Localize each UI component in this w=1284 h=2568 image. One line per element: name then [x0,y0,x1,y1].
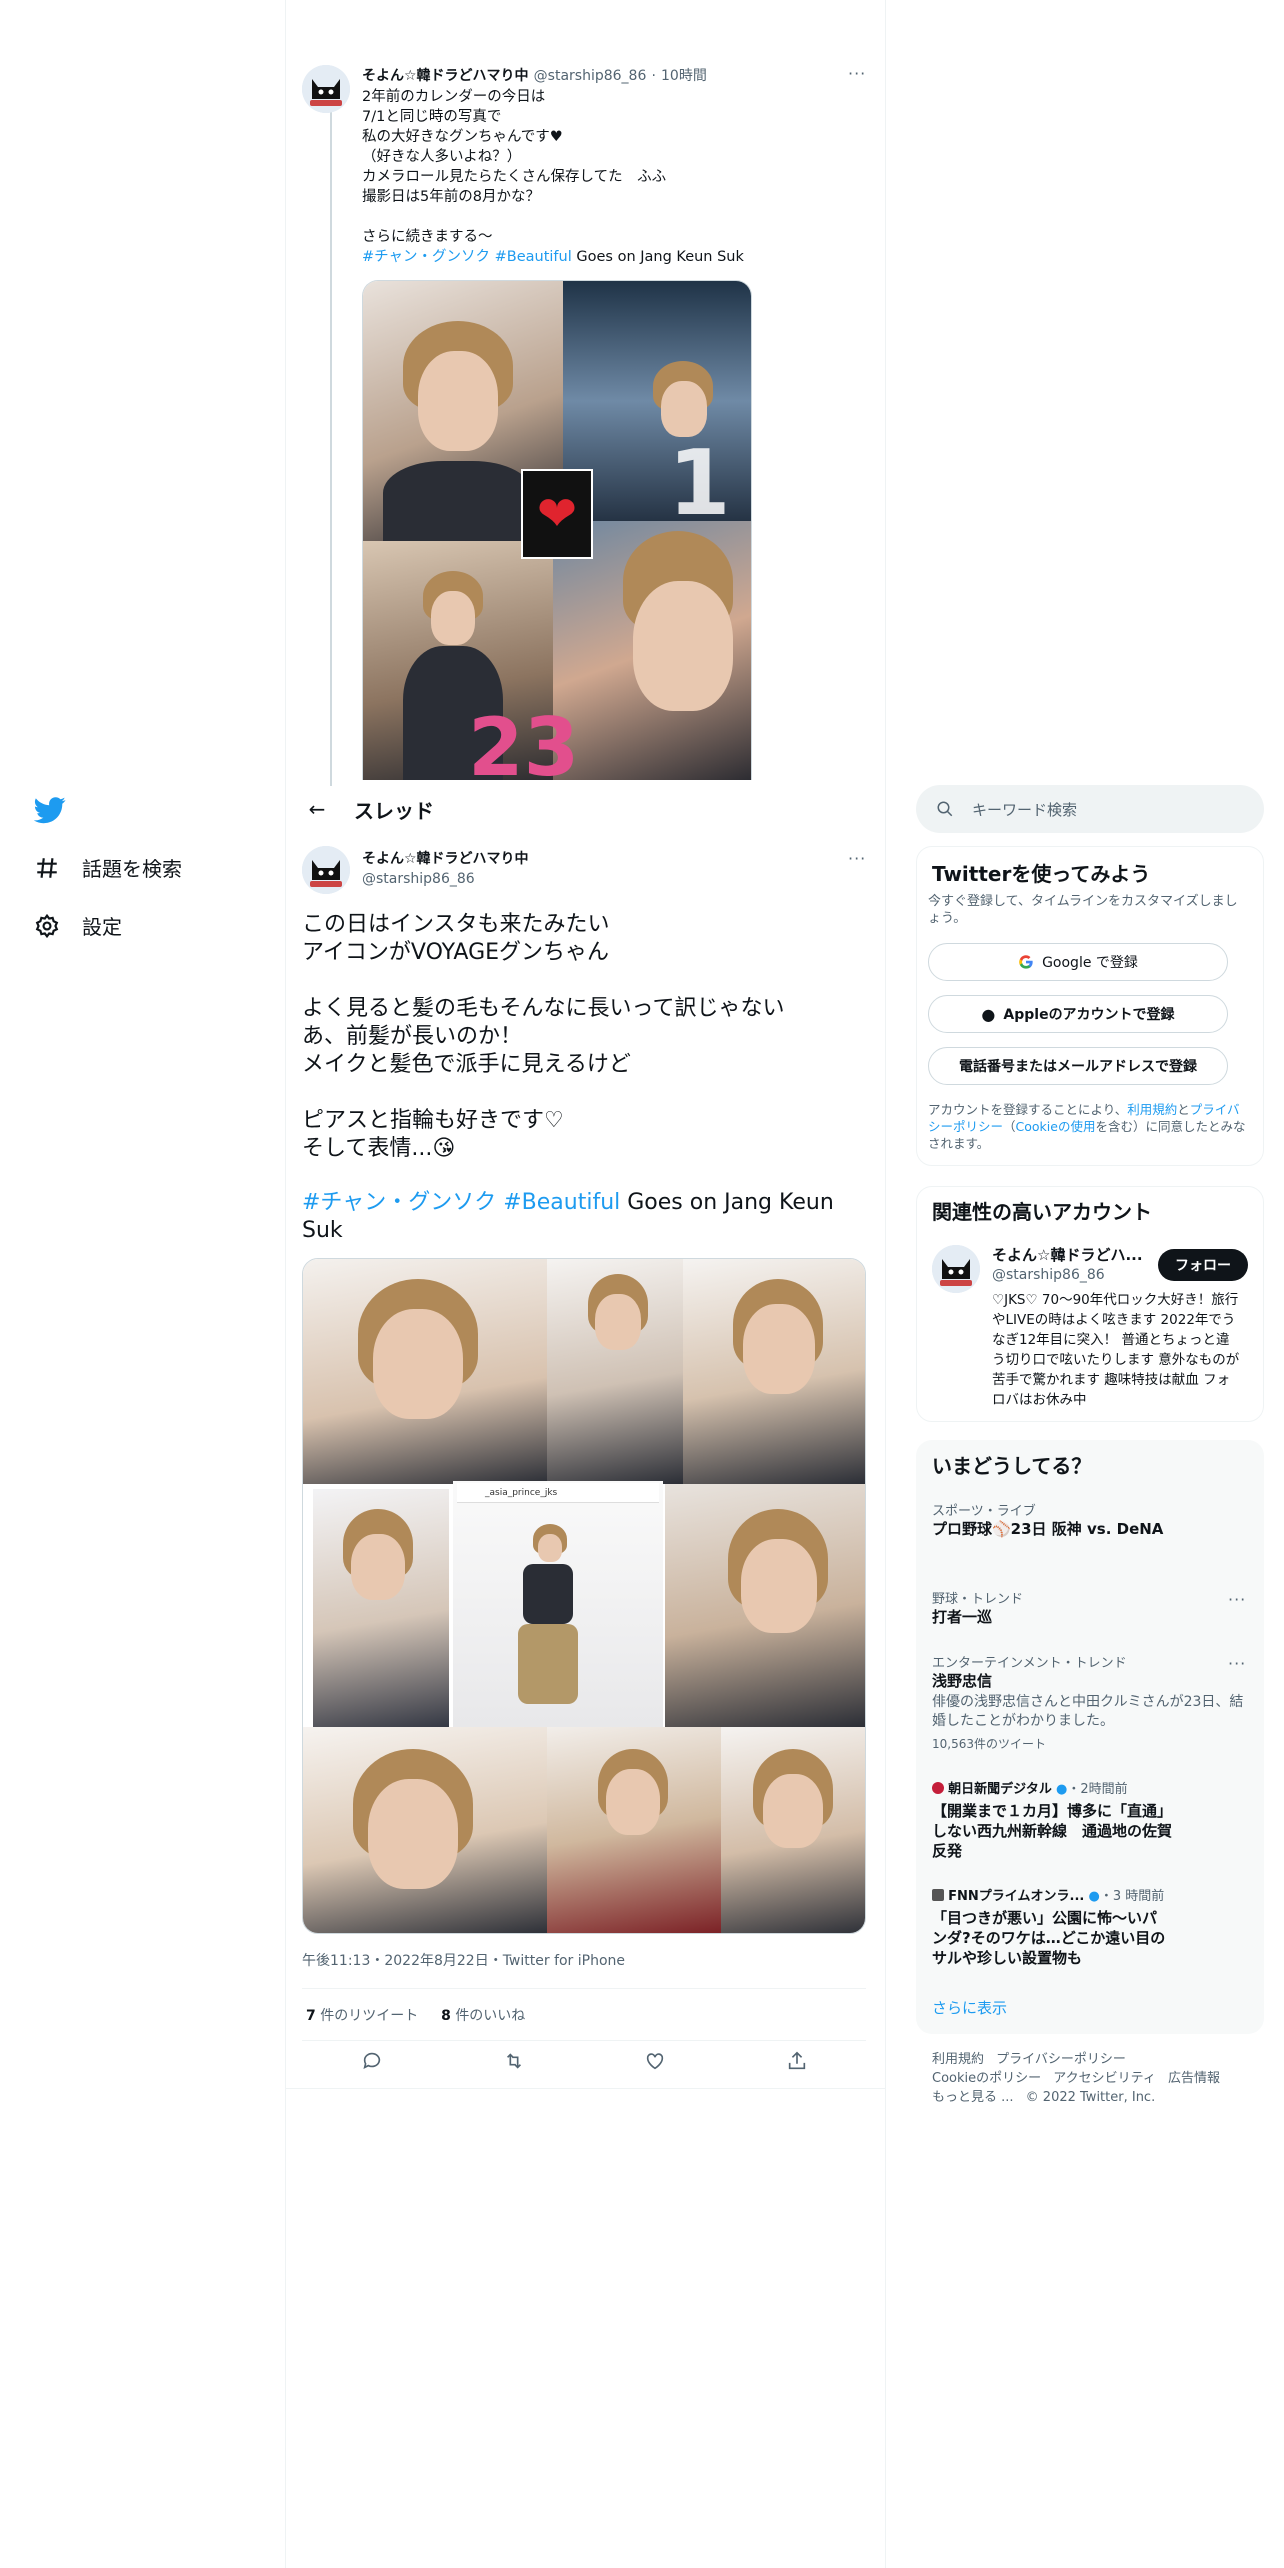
hashtag-link[interactable]: #チャン・グンソク [362,249,490,265]
thread-connector-line [330,86,332,786]
divider [302,1988,866,1989]
signup-subtitle: 今すぐ登録して、タイムラインをカスタマイズしましょう。 [928,894,1238,926]
footer-copyright: © 2022 Twitter, Inc. [1025,2090,1156,2105]
news-source-icon [932,1889,944,1901]
footer-ads[interactable]: 広告情報 [1168,2071,1220,2086]
trends-title: いまどうしてる？ [932,1454,1092,1478]
phone-signup-label: 電話番号またはメールアドレスで登録 [959,1059,1197,1075]
footer-privacy[interactable]: プライバシーポリシー [996,2052,1126,2067]
related-name[interactable]: そよん☆韓ドラどハ... [992,1244,1143,1265]
footer-more[interactable]: もっと見る ... [932,2090,1014,2105]
search-box[interactable]: キーワード検索 [916,785,1264,833]
avatar[interactable] [302,846,350,894]
like-label[interactable]: 件のいいね [455,2008,525,2024]
retweet-label[interactable]: 件のリツイート [320,2008,418,2024]
page-title: スレッド [354,798,434,823]
phone-email-signup-button[interactable]: 電話番号またはメールアドレスで登録 [928,1047,1228,1085]
search-input[interactable]: キーワード検索 [972,799,1077,820]
signup-title: Twitterを使ってみよう [932,862,1151,886]
prev-tweet-header: そよん☆韓ドラどハマり中 @starship86_86 · 10時間 [362,68,707,84]
left-nav: 話題を検索 設定 [0,0,286,2568]
cookie-link[interactable]: Cookieの使用 [1016,1119,1096,1134]
tweet-stats: 7 件のリツイート 8 件のいいね [306,2005,525,2025]
google-icon [1019,955,1033,969]
signup-legal: アカウントを登録することにより、利用規約とプライバシーポリシー（Cookieの使… [928,1102,1246,1151]
search-icon [937,801,953,817]
apple-signup-button[interactable]: ● Appleのアカウントで登録 [928,995,1228,1033]
more-options-icon[interactable]: ··· [848,64,866,83]
gear-icon [35,913,59,938]
thread-header: ← スレッド [286,780,886,838]
trend-item[interactable]: 野球・トレンド 打者一巡 [932,1588,1252,1627]
footer-cookie[interactable]: Cookieのポリシー [932,2071,1041,2086]
tweet-timestamp[interactable]: 午後11:13・2022年8月22日・Twitter for iPhone [302,1950,625,1970]
divider [286,2088,886,2089]
cat-avatar-icon [302,846,350,894]
share-icon[interactable] [786,2050,808,2072]
footer-accessibility[interactable]: アクセシビリティ [1053,2071,1156,2086]
related-title: 関連性の高いアカウント [932,1200,1152,1224]
nav-explore[interactable]: 話題を検索 [34,853,182,882]
verified-icon: ● [1056,1782,1068,1797]
prev-tweet-hashtags: #チャン・グンソク #Beautiful Goes on Jang Keun S… [362,249,744,265]
related-bio: ♡JKS♡ 70〜90年代ロック大好き！旅行やLIVEの時はよく呟きます 202… [992,1292,1240,1408]
cat-avatar-icon [302,65,350,113]
trend-item[interactable]: エンターテインメント・トレンド 浅野忠信 俳優の浅野忠信さんと中田クルミさんが2… [932,1652,1252,1752]
google-signup-label: Google で登録 [1042,955,1138,971]
nav-settings[interactable]: 設定 [34,911,122,940]
news-source-icon [932,1782,944,1794]
user-name[interactable]: そよん☆韓ドラどハマり中 [362,848,529,868]
retweet-icon[interactable] [503,2050,525,2072]
hashtag-link[interactable]: #Beautiful [495,249,572,265]
tweet-hashtags: #チャン・グンソク #Beautiful Goes on Jang Keun S… [302,1190,841,1243]
hashtag-link[interactable]: #Beautiful [503,1190,620,1215]
avatar[interactable] [302,65,350,113]
more-options-icon[interactable]: ··· [848,849,866,868]
show-more-link[interactable]: さらに表示 [932,1997,1007,2018]
back-arrow-icon[interactable]: ← [300,797,334,821]
nav-settings-label: 設定 [82,915,122,939]
like-heart-icon[interactable] [644,2050,666,2072]
avatar[interactable] [932,1245,980,1293]
photo-number: 1 [668,431,731,536]
related-handle[interactable]: @starship86_86 [992,1267,1143,1283]
tweet-header: そよん☆韓ドラどハマり中 @starship86_86 [362,848,529,887]
retweet-count[interactable]: 7 [306,2008,316,2024]
prev-tweet-text: 2年前のカレンダーの今日は 7/1と同じ時の写真で 私の大好きなグンちゃんです♥… [362,89,667,245]
cat-avatar-icon [932,1245,980,1293]
divider [302,2040,866,2041]
more-options-icon[interactable]: ··· [1228,1590,1246,1609]
tweet-photo[interactable]: _asia_prince_jks [302,1258,866,1934]
verified-icon: ● [1088,1889,1100,1904]
trend-item[interactable]: スポーツ・ライブ プロ野球⚾23日 阪神 vs. DeNA [932,1500,1252,1539]
terms-link[interactable]: 利用規約 [1127,1102,1177,1117]
tweet-time[interactable]: 10時間 [661,68,707,84]
follow-button[interactable]: フォロー [1158,1249,1248,1281]
like-count[interactable]: 8 [441,2008,451,2024]
apple-signup-label: Appleのアカウントで登録 [1003,1007,1175,1023]
hashtag-icon [37,857,57,878]
user-name[interactable]: そよん☆韓ドラどハマり中 [362,68,529,84]
news-item[interactable]: 朝日新聞デジタル ●・2時間前 【開業まで１カ月】博多に「直通」しない西九州新幹… [932,1778,1252,1861]
hashtag-link[interactable]: #チャン・グンソク [302,1190,496,1215]
heart-icon: ❤ [521,469,593,559]
reply-icon[interactable] [361,2050,383,2072]
footer-terms[interactable]: 利用規約 [932,2052,984,2067]
footer-links: 利用規約 プライバシーポリシー Cookieのポリシー アクセシビリティ 広告情… [932,2050,1220,2107]
photo-number: 23 [468,701,580,780]
more-options-icon[interactable]: ··· [1228,1654,1246,1673]
insta-handle: _asia_prince_jks [457,1483,659,1503]
tweet-text: この日はインスタも来たみたい アイコンがVOYAGEグンちゃん よく見ると髪の毛… [302,912,785,1161]
nav-explore-label: 話題を検索 [82,857,182,881]
prev-tweet-photo[interactable]: ❤ 1 23 [362,280,752,780]
apple-icon: ● [981,1004,996,1024]
google-signup-button[interactable]: Google で登録 [928,943,1228,981]
user-handle[interactable]: @starship86_86 [362,871,529,887]
news-item[interactable]: FNNプライムオンラ... ●・3 時間前 「目つきが悪い」公園に怖～いパンダ?… [932,1885,1252,1968]
twitter-logo-icon[interactable] [34,794,66,826]
user-handle[interactable]: @starship86_86 [534,68,647,84]
